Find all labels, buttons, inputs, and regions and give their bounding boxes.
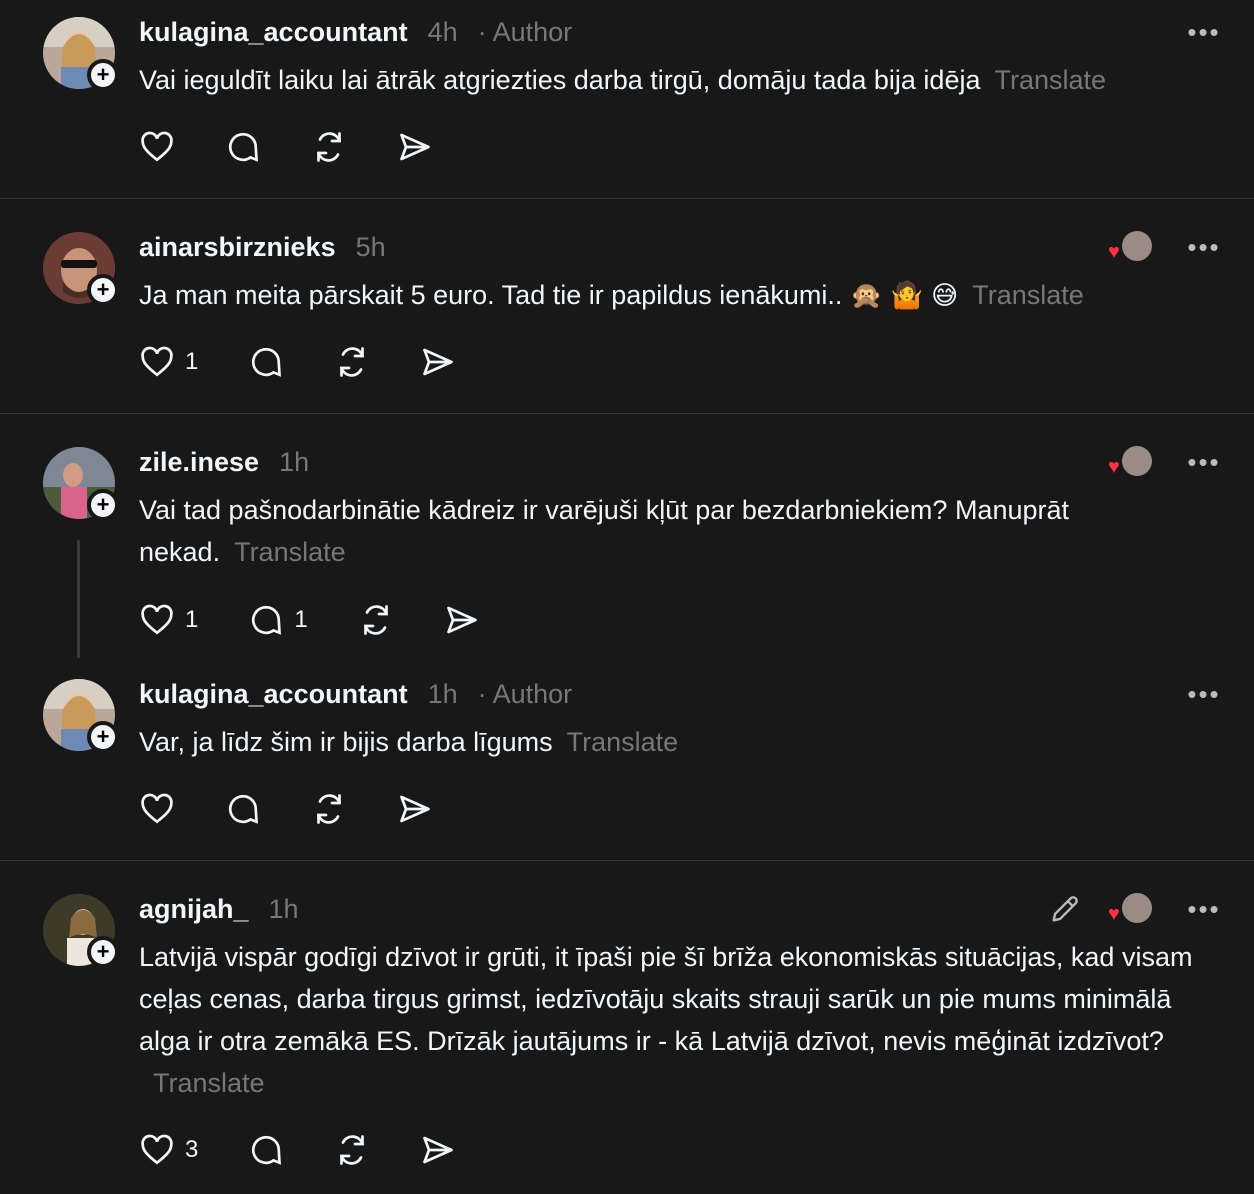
heart-icon bbox=[141, 131, 173, 162]
follow-plus-icon[interactable]: + bbox=[87, 274, 119, 306]
send-icon bbox=[423, 348, 454, 376]
send-icon bbox=[400, 795, 430, 823]
repost-button[interactable] bbox=[311, 129, 347, 165]
avatar[interactable]: + bbox=[43, 679, 119, 753]
like-button[interactable] bbox=[139, 791, 175, 827]
like-count: 1 bbox=[185, 348, 199, 375]
post-text: Vai tad pašnodarbinātie kādreiz ir varēj… bbox=[139, 495, 1070, 567]
divider bbox=[0, 860, 1254, 861]
reply-button[interactable] bbox=[248, 1132, 284, 1168]
repost-icon bbox=[363, 605, 388, 635]
timestamp[interactable]: 5h bbox=[356, 232, 386, 263]
author-badge: · Author bbox=[477, 678, 573, 709]
heart-icon bbox=[141, 346, 173, 377]
comment-icon bbox=[252, 347, 282, 377]
share-button[interactable] bbox=[397, 791, 433, 827]
reply-button[interactable] bbox=[248, 344, 284, 380]
follow-plus-icon[interactable]: + bbox=[87, 489, 119, 521]
avatar[interactable]: + bbox=[43, 447, 119, 521]
repost-button[interactable] bbox=[358, 602, 394, 638]
repost-button[interactable] bbox=[311, 791, 347, 827]
username[interactable]: ainarsbirznieks bbox=[139, 232, 336, 263]
reply-count: 1 bbox=[294, 606, 308, 633]
follow-plus-icon[interactable]: + bbox=[87, 936, 119, 968]
like-button[interactable]: 1 bbox=[139, 602, 198, 638]
thread-line bbox=[77, 540, 80, 658]
reply-button[interactable] bbox=[225, 791, 261, 827]
emoji: 🤷 bbox=[890, 281, 924, 311]
repost-button[interactable] bbox=[334, 344, 370, 380]
post-text: Var, ja līdz šim ir bijis darba līgums Tr… bbox=[139, 727, 679, 757]
emoji: 😅 bbox=[931, 281, 959, 311]
post-text: Vai ieguldīt laiku lai ātrāk atgriezties… bbox=[139, 65, 1107, 95]
translate-link[interactable]: Translate bbox=[972, 280, 1084, 310]
username[interactable]: kulagina_accountant bbox=[139, 679, 408, 710]
liked-by-author-icon[interactable]: ♥ bbox=[1108, 230, 1154, 264]
avatar[interactable]: + bbox=[43, 894, 119, 968]
emoji: 🙊 bbox=[850, 281, 883, 311]
username[interactable]: agnijah_ bbox=[139, 894, 249, 925]
translate-link[interactable]: Translate bbox=[994, 65, 1106, 95]
reply-button[interactable] bbox=[225, 129, 261, 165]
timestamp[interactable]: 1h bbox=[279, 447, 309, 478]
heart-icon bbox=[141, 1134, 173, 1165]
divider bbox=[0, 198, 1254, 199]
comment-icon bbox=[228, 794, 258, 824]
share-button[interactable] bbox=[397, 129, 433, 165]
send-icon bbox=[423, 1136, 454, 1164]
comment-icon bbox=[228, 132, 258, 162]
send-icon bbox=[446, 606, 477, 634]
avatar[interactable]: + bbox=[43, 232, 119, 306]
like-button[interactable] bbox=[139, 129, 175, 165]
share-button[interactable] bbox=[420, 1132, 456, 1168]
like-button[interactable]: 1 bbox=[139, 344, 198, 380]
timestamp[interactable]: 4h bbox=[428, 17, 458, 48]
heart-icon: ♥ bbox=[1108, 241, 1120, 263]
author-badge: · Author bbox=[477, 16, 573, 47]
divider bbox=[0, 413, 1254, 414]
heart-icon bbox=[141, 604, 173, 635]
follow-plus-icon[interactable]: + bbox=[87, 721, 119, 753]
follow-plus-icon[interactable]: + bbox=[87, 59, 119, 91]
more-icon[interactable]: ••• bbox=[1184, 447, 1224, 478]
repost-button[interactable] bbox=[334, 1132, 370, 1168]
pencil-icon[interactable] bbox=[1048, 892, 1082, 926]
translate-link[interactable]: Translate bbox=[153, 1068, 265, 1098]
comment-icon bbox=[252, 1135, 282, 1165]
like-button[interactable]: 3 bbox=[139, 1132, 198, 1168]
repost-icon bbox=[317, 132, 341, 162]
repost-icon bbox=[340, 347, 365, 377]
timestamp[interactable]: 1h bbox=[269, 894, 299, 925]
username[interactable]: kulagina_accountant bbox=[139, 17, 408, 48]
heart-icon bbox=[141, 793, 173, 824]
post-text: Ja man meita pārskait 5 euro. Tad tie ir… bbox=[139, 280, 1084, 311]
send-icon bbox=[400, 133, 430, 161]
repost-icon bbox=[340, 1135, 365, 1165]
like-count: 1 bbox=[185, 606, 199, 633]
share-button[interactable] bbox=[420, 344, 456, 380]
heart-icon: ♥ bbox=[1108, 456, 1120, 478]
timestamp[interactable]: 1h bbox=[428, 679, 458, 710]
more-icon[interactable]: ••• bbox=[1184, 17, 1224, 48]
heart-icon: ♥ bbox=[1108, 903, 1120, 925]
comment-icon bbox=[252, 605, 282, 635]
like-count: 3 bbox=[185, 1136, 199, 1163]
liked-by-author-icon[interactable]: ♥ bbox=[1108, 445, 1154, 479]
translate-link[interactable]: Translate bbox=[234, 537, 346, 567]
repost-icon bbox=[317, 794, 341, 824]
username[interactable]: zile.inese bbox=[139, 447, 259, 478]
share-button[interactable] bbox=[444, 602, 480, 638]
liked-by-author-icon[interactable]: ♥ bbox=[1108, 892, 1154, 926]
avatar[interactable]: + bbox=[43, 17, 119, 91]
post-text: Latvijā vispār godīgi dzīvot ir grūti, i… bbox=[139, 942, 1193, 1098]
more-icon[interactable]: ••• bbox=[1184, 679, 1224, 710]
more-icon[interactable]: ••• bbox=[1184, 894, 1224, 925]
reply-button[interactable]: 1 bbox=[248, 602, 308, 638]
more-icon[interactable]: ••• bbox=[1184, 232, 1224, 263]
translate-link[interactable]: Translate bbox=[567, 727, 679, 757]
